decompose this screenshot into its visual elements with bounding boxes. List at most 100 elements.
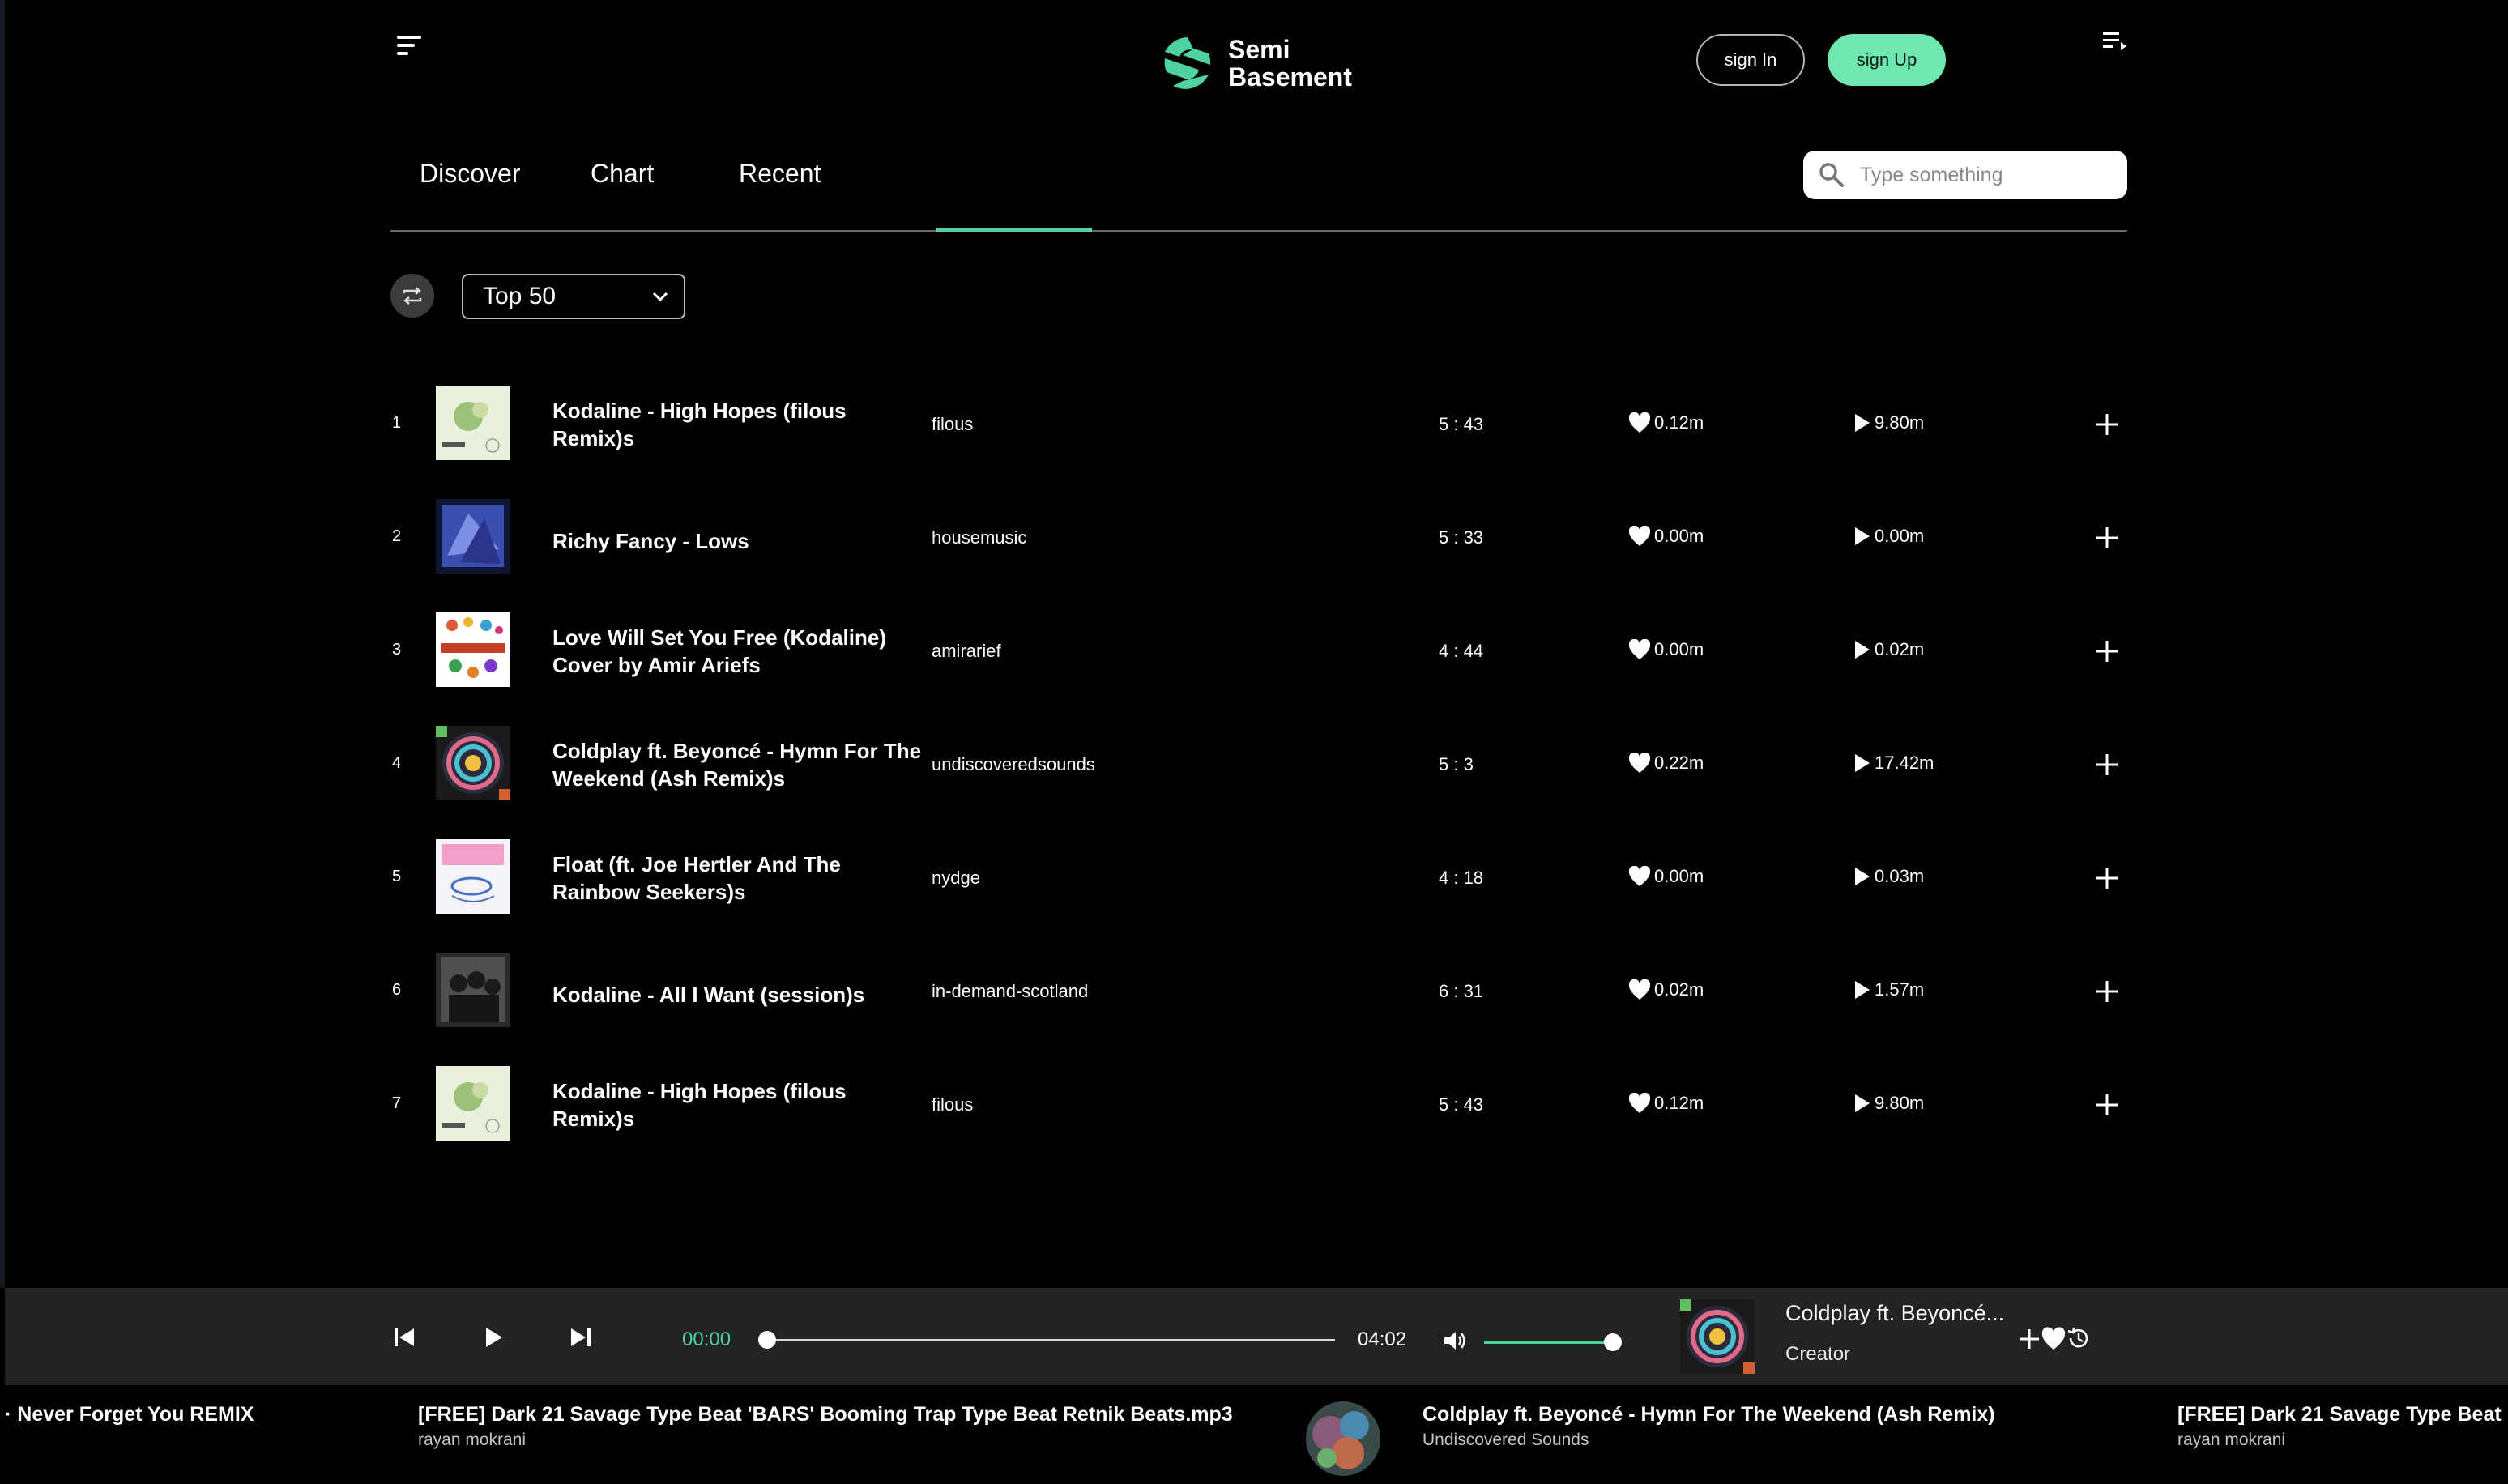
table-row[interactable]: 5 Float (ft. Joe Hertler And The Rainbow… [390, 821, 2132, 935]
plus-icon[interactable] [2095, 866, 2119, 890]
ticker-artwork[interactable] [1306, 1401, 1380, 1476]
album-art-image [436, 726, 510, 800]
plus-icon[interactable] [2095, 526, 2119, 550]
track-title[interactable]: Richy Fancy - Lows [552, 527, 933, 555]
track-likes[interactable]: 0.22m [1628, 753, 1704, 774]
track-artwork[interactable] [436, 499, 510, 574]
table-row[interactable]: 7 Kodaline - High Hopes (filous Remix)s … [390, 1048, 2132, 1162]
sign-up-button[interactable]: sign Up [1828, 34, 1946, 86]
heart-icon[interactable] [2041, 1327, 2066, 1351]
track-artwork[interactable] [436, 726, 510, 800]
logo[interactable]: Semi Basement [1158, 31, 1352, 96]
plus-icon[interactable] [2095, 1093, 2119, 1117]
track-artwork[interactable] [436, 1066, 510, 1141]
chevron-down-icon [652, 292, 668, 302]
track-artist[interactable]: filous [932, 1094, 973, 1115]
player-bar [5, 1288, 2508, 1385]
track-artwork[interactable] [436, 839, 510, 914]
track-artwork[interactable] [436, 386, 510, 460]
plus-icon[interactable] [2017, 1327, 2041, 1351]
plus-icon[interactable] [2095, 639, 2119, 663]
track-likes[interactable]: 0.00m [1628, 866, 1704, 887]
history-icon[interactable] [2066, 1326, 2090, 1350]
track-duration: 6 : 31 [1439, 981, 1484, 1001]
likes-count: 0.12m [1654, 412, 1704, 433]
track-artist[interactable]: undiscoveredsounds [932, 754, 1095, 775]
repeat-icon [403, 287, 422, 305]
heart-icon [1628, 979, 1651, 1000]
album-art-image [436, 386, 510, 460]
track-likes[interactable]: 0.12m [1628, 1093, 1704, 1114]
track-artist[interactable]: amirarief [932, 641, 1001, 662]
progress-bar[interactable] [763, 1339, 1335, 1341]
table-row[interactable]: 6 Kodaline - All I Want (session)s in-de… [390, 935, 2132, 1048]
track-duration: 5 : 43 [1439, 1094, 1484, 1115]
track-title[interactable]: Coldplay ft. Beyoncé - Hymn For The Week… [552, 737, 933, 792]
track-plays: 17.42m [1853, 753, 1934, 774]
now-playing-artwork[interactable] [1680, 1299, 1755, 1374]
table-row[interactable]: 2 Richy Fancy - Lows housemusic 5 : 33 0… [390, 481, 2132, 595]
track-likes[interactable]: 0.00m [1628, 526, 1704, 547]
track-title[interactable]: Kodaline - High Hopes (filous Remix)s [552, 397, 933, 452]
ticker-title[interactable]: [FREE] Dark 21 Savage Type Beat 'BARS' B… [418, 1403, 1233, 1426]
track-title[interactable]: Kodaline - High Hopes (filous Remix)s [552, 1077, 933, 1132]
skip-previous-icon[interactable] [392, 1325, 416, 1350]
heart-icon [1628, 866, 1651, 886]
search-icon [1819, 163, 1844, 187]
plus-icon[interactable] [2095, 753, 2119, 777]
track-title[interactable]: Kodaline - All I Want (session)s [552, 981, 933, 1009]
ticker-subtitle[interactable]: rayan mokrani [2177, 1431, 2285, 1450]
play-icon[interactable] [481, 1325, 505, 1350]
play-icon [1855, 754, 1870, 772]
repeat-button[interactable] [390, 274, 434, 318]
tab-chart[interactable]: Chart [591, 159, 654, 189]
now-playing-subtitle[interactable]: Creator [1785, 1343, 1850, 1366]
heart-icon [1628, 753, 1651, 773]
table-row[interactable]: 3 Love Will Set You Free (Kodaline) Cove… [390, 595, 2132, 708]
heart-icon [1628, 412, 1651, 433]
track-title[interactable]: Float (ft. Joe Hertler And The Rainbow S… [552, 851, 933, 906]
track-artwork[interactable] [436, 612, 510, 687]
ticker-subtitle[interactable]: Undiscovered Sounds [1422, 1431, 1589, 1450]
table-row[interactable]: 4 Coldplay ft. Beyoncé - Hymn For The We… [390, 708, 2132, 821]
now-playing-title[interactable]: Coldplay ft. Beyoncé... [1785, 1301, 2028, 1326]
logo-line-2: Basement [1228, 62, 1352, 92]
track-artist[interactable]: in-demand-scotland [932, 981, 1088, 1002]
plays-count: 9.80m [1875, 1093, 1925, 1113]
track-artist[interactable]: filous [932, 414, 973, 435]
album-art-image [436, 839, 510, 914]
track-title[interactable]: Love Will Set You Free (Kodaline) Cover … [552, 624, 933, 679]
track-likes[interactable]: 0.02m [1628, 979, 1704, 1000]
sign-in-button[interactable]: sign In [1696, 34, 1805, 86]
heart-icon [1628, 526, 1651, 546]
menu-icon[interactable] [397, 36, 424, 58]
ticker-title[interactable]: Coldplay ft. Beyoncé - Hymn For The Week… [1422, 1403, 1995, 1426]
plus-icon[interactable] [2095, 979, 2119, 1004]
track-plays: 0.00m [1853, 526, 1924, 547]
chart-filter-select[interactable]: Top 50 [462, 274, 685, 319]
heart-icon [1628, 639, 1651, 659]
progress-handle[interactable] [758, 1331, 776, 1349]
ticker-title[interactable]: · Never Forget You REMIX [5, 1403, 254, 1426]
volume-slider[interactable] [1484, 1341, 1614, 1344]
table-row[interactable]: 1 Kodaline - High Hopes (filous Remix)s … [390, 368, 2132, 481]
skip-next-icon[interactable] [569, 1325, 593, 1350]
tab-discover[interactable]: Discover [420, 159, 520, 189]
queue-icon[interactable] [2103, 31, 2127, 53]
track-artist[interactable]: nydge [932, 868, 980, 889]
volume-icon[interactable] [1442, 1328, 1466, 1353]
track-artwork[interactable] [436, 953, 510, 1027]
track-likes[interactable]: 0.12m [1628, 412, 1704, 433]
plus-icon[interactable] [2095, 412, 2119, 437]
search-input[interactable] [1860, 163, 2103, 187]
track-likes[interactable]: 0.00m [1628, 639, 1704, 660]
album-art-image [436, 499, 510, 574]
track-artist[interactable]: housemusic [932, 527, 1026, 548]
ticker-title[interactable]: [FREE] Dark 21 Savage Type Beat [2177, 1403, 2502, 1426]
album-art-image [436, 612, 510, 687]
search-bar[interactable] [1803, 151, 2127, 199]
ticker-subtitle[interactable]: rayan mokrani [418, 1431, 526, 1450]
volume-handle[interactable] [1604, 1333, 1622, 1351]
album-art-image [436, 1066, 510, 1141]
tab-recent[interactable]: Recent [739, 159, 821, 189]
